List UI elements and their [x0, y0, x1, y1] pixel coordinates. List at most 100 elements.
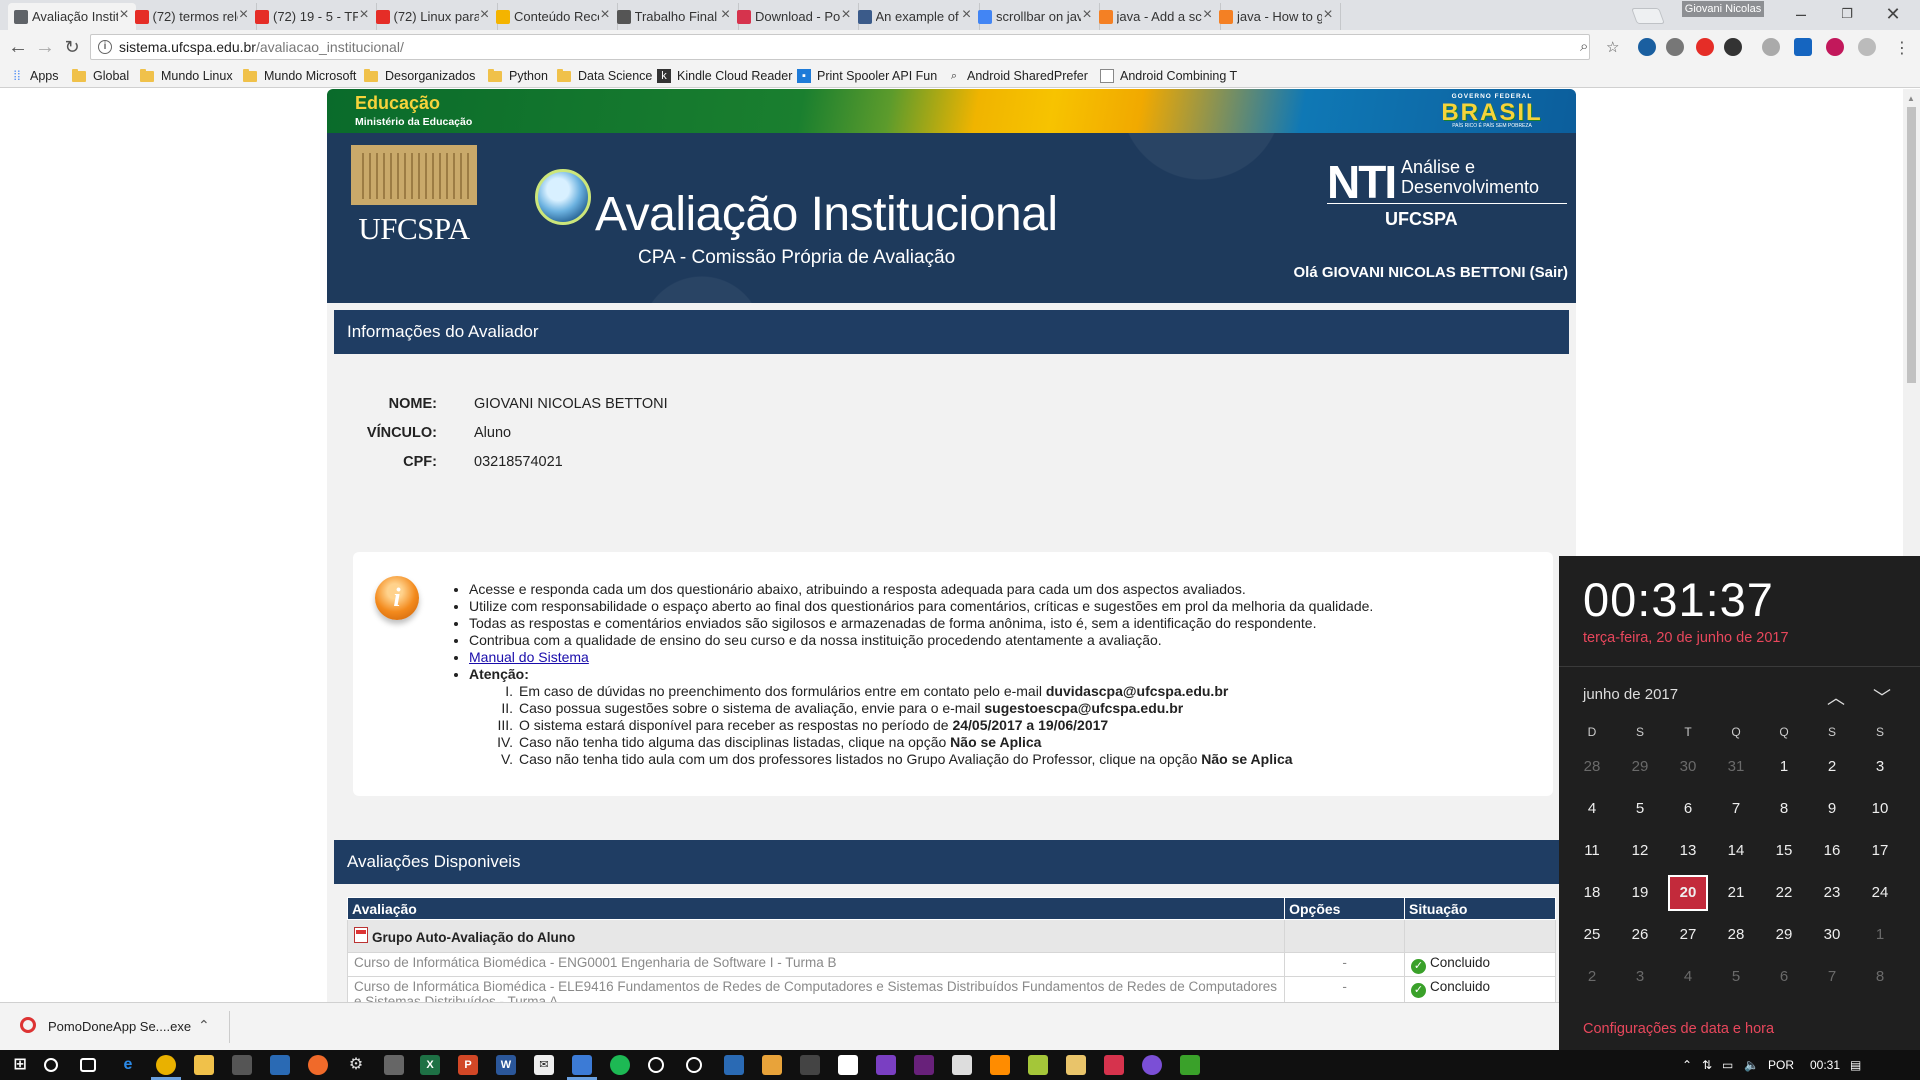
browser-tab[interactable]: Download - Pom×	[731, 3, 859, 30]
calendar-day[interactable]: 2	[1568, 956, 1616, 998]
minimize-icon[interactable]: –	[1778, 2, 1824, 26]
calendar-day[interactable]: 6	[1664, 788, 1712, 830]
calendar-day[interactable]: 29	[1760, 914, 1808, 956]
calendar-day[interactable]: 1	[1760, 746, 1808, 788]
app-icon[interactable]	[952, 1055, 972, 1075]
notification-icon[interactable]: ▤	[1850, 1058, 1861, 1072]
visual-studio-icon[interactable]	[914, 1055, 934, 1075]
calendar-day[interactable]: 22	[1760, 872, 1808, 914]
profile-button[interactable]: Giovani Nicolas	[1682, 1, 1764, 17]
maximize-icon[interactable]: ❐	[1824, 2, 1870, 26]
opera-icon[interactable]	[1696, 38, 1714, 56]
extension-icon[interactable]	[1724, 38, 1742, 56]
app-icon[interactable]	[648, 1057, 664, 1073]
bookmark-item[interactable]: Mundo Linux	[140, 67, 233, 85]
app-icon[interactable]	[838, 1055, 858, 1075]
word-icon[interactable]: W	[496, 1055, 516, 1075]
browser-tab[interactable]: (72) termos rele ×	[129, 3, 257, 30]
extension-icon[interactable]	[1762, 38, 1780, 56]
bookmark-item[interactable]: ▪ Print Spooler API Fun	[797, 67, 937, 85]
bookmark-item[interactable]: Python	[488, 67, 548, 85]
calendar-day[interactable]: 4	[1568, 788, 1616, 830]
bookmark-item[interactable]: k Kindle Cloud Reader	[657, 67, 792, 85]
calendar-day[interactable]: 14	[1712, 830, 1760, 872]
bookmark-item[interactable]: ⁞⁞ Apps	[10, 67, 58, 85]
calendar-day[interactable]: 19	[1616, 872, 1664, 914]
app-icon[interactable]	[990, 1055, 1010, 1075]
zoom-icon[interactable]: ⌕	[1580, 38, 1588, 55]
app-icon[interactable]	[800, 1055, 820, 1075]
extension-icon[interactable]	[1666, 38, 1684, 56]
calendar-day[interactable]: 4	[1664, 956, 1712, 998]
chrome-icon[interactable]	[156, 1055, 176, 1075]
forward-icon[interactable]: →	[33, 35, 57, 59]
bookmark-item[interactable]: Global	[72, 67, 129, 85]
close-icon[interactable]: ✕	[1870, 2, 1916, 26]
task-view-icon[interactable]	[80, 1058, 96, 1072]
extension-icon[interactable]	[1826, 38, 1844, 56]
bookmark-item[interactable]: Mundo Microsoft	[243, 67, 356, 85]
bookmark-item[interactable]: Data Science	[557, 67, 652, 85]
calendar-day[interactable]: 21	[1712, 872, 1760, 914]
browser-tab[interactable]: Conteúdo Recel ×	[490, 3, 618, 30]
calendar-day[interactable]: 12	[1616, 830, 1664, 872]
app-icon[interactable]	[270, 1055, 290, 1075]
chevron-up-icon[interactable]: ︿	[1827, 684, 1845, 710]
app-icon[interactable]	[1104, 1055, 1124, 1075]
calendar-day[interactable]: 17	[1856, 830, 1904, 872]
calendar-day[interactable]: 16	[1808, 830, 1856, 872]
windows-start-icon[interactable]: ⊞	[10, 1055, 30, 1075]
file-explorer-icon[interactable]	[194, 1055, 214, 1075]
extension-icon[interactable]	[1858, 38, 1876, 56]
scroll-up-icon[interactable]: ▲	[1907, 94, 1915, 103]
browser-tab[interactable]: An example of J ×	[852, 3, 980, 30]
spotify-icon[interactable]	[610, 1055, 630, 1075]
app-icon[interactable]	[384, 1055, 404, 1075]
android-studio-icon[interactable]	[1028, 1055, 1048, 1075]
browser-tab[interactable]: Avaliação Institu ×	[8, 3, 136, 30]
app-icon[interactable]	[1142, 1055, 1162, 1075]
calendar-day[interactable]: 7	[1808, 956, 1856, 998]
browser-tab[interactable]: scrollbar on jav ×	[972, 3, 1100, 30]
calendar-day[interactable]: 3	[1856, 746, 1904, 788]
search-icon[interactable]	[44, 1058, 58, 1072]
battery-icon[interactable]: ▭	[1722, 1058, 1733, 1072]
browser-tab[interactable]: (72) Linux para I×	[370, 3, 498, 30]
calendar-day[interactable]: 27	[1664, 914, 1712, 956]
calendar-day[interactable]: 8	[1856, 956, 1904, 998]
calendar-day[interactable]: 15	[1760, 830, 1808, 872]
bookmark-item[interactable]: Desorganizados	[364, 67, 475, 85]
calendar-day[interactable]: 10	[1856, 788, 1904, 830]
edge-icon[interactable]: e	[118, 1055, 138, 1075]
browser-tab[interactable]: java - How to g ×	[1213, 3, 1341, 30]
calendar-day[interactable]: 11	[1568, 830, 1616, 872]
trello-icon[interactable]	[1794, 38, 1812, 56]
browser-tab[interactable]: (72) 19 - 5 - TF- ×	[249, 3, 377, 30]
new-tab-button[interactable]	[1631, 8, 1665, 24]
app-icon[interactable]	[724, 1055, 744, 1075]
settings-icon[interactable]: ⚙	[346, 1055, 366, 1075]
calendar-day[interactable]: 30	[1808, 914, 1856, 956]
app-icon[interactable]	[1066, 1055, 1086, 1075]
calendar-day[interactable]: 29	[1616, 746, 1664, 788]
close-icon[interactable]: ×	[1321, 7, 1335, 23]
app-icon[interactable]	[876, 1055, 896, 1075]
bookmark-item[interactable]: Android Combining T	[1100, 67, 1237, 85]
bookmark-star-icon[interactable]: ☆	[1606, 38, 1619, 56]
calendar-day[interactable]: 7	[1712, 788, 1760, 830]
address-bar[interactable]: i sistema.ufcspa.edu.br/avaliacao_instit…	[90, 34, 1590, 60]
calendar-day[interactable]: 6	[1760, 956, 1808, 998]
network-icon[interactable]: ⇅	[1702, 1058, 1712, 1072]
app-icon[interactable]	[572, 1055, 592, 1075]
store-icon[interactable]	[232, 1055, 252, 1075]
site-info-icon[interactable]: i	[98, 40, 112, 54]
chevron-up-icon[interactable]: ⌃	[1682, 1058, 1692, 1072]
taskbar-clock[interactable]: 00:31	[1810, 1058, 1840, 1072]
calendar-day[interactable]: 5	[1712, 956, 1760, 998]
calendar-day[interactable]: 1	[1856, 914, 1904, 956]
excel-icon[interactable]: X	[420, 1055, 440, 1075]
language-indicator[interactable]: POR	[1768, 1058, 1794, 1072]
calendar-day[interactable]: 30	[1664, 746, 1712, 788]
calendar-day[interactable]: 2	[1808, 746, 1856, 788]
calendar-day-today[interactable]: 20	[1668, 875, 1708, 911]
